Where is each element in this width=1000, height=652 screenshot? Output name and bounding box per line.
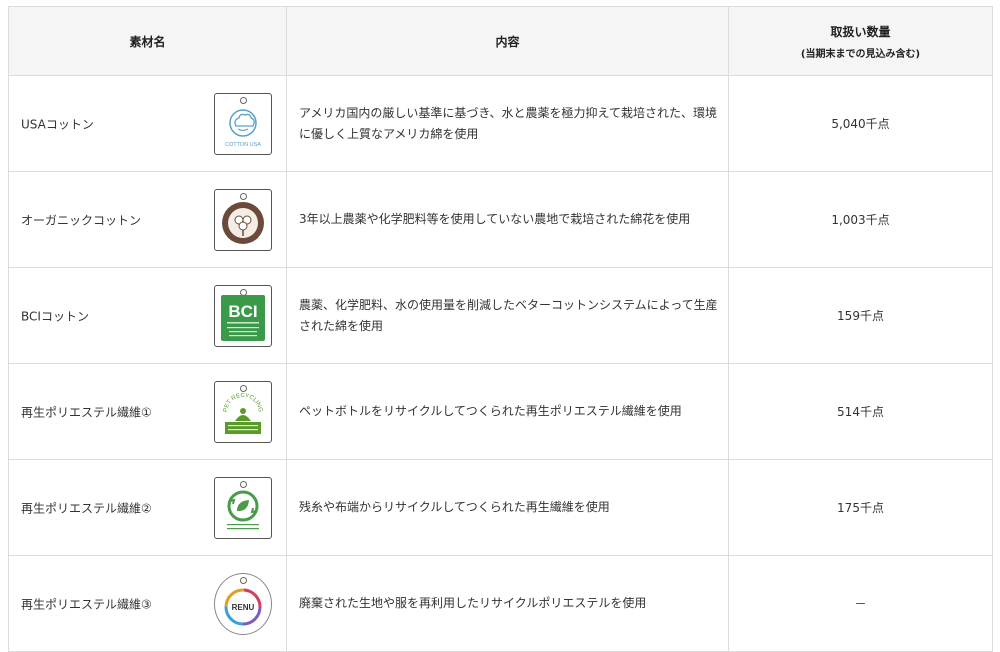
bci-tag-icon: BCI <box>214 284 272 347</box>
material-content: ペットボトルをリサイクルしてつくられた再生ポリエステル繊維を使用 <box>286 363 729 460</box>
header-content: 内容 <box>286 6 729 76</box>
material-name: オーガニックコットン <box>21 213 142 227</box>
cotton-usa-tag-icon: COTTON USA <box>214 92 272 155</box>
table-header-row: 素材名 内容 取扱い数量 (当期末までの見込み含む) <box>8 6 993 76</box>
header-quantity-note: (当期末までの見込み含む) <box>800 48 921 60</box>
material-content: 残糸や布端からリサイクルしてつくられた再生繊維を使用 <box>286 459 729 556</box>
table-row: 再生ポリエステル繊維① PET RECYCLING ペットボトルをリサイクルして… <box>8 363 993 460</box>
material-name: 再生ポリエステル繊維③ <box>21 597 152 611</box>
material-quantity: 175千点 <box>728 459 993 556</box>
material-name-cell: 再生ポリエステル繊維③ RENU <box>8 555 287 652</box>
header-material: 素材名 <box>8 6 287 76</box>
table-row: USAコットン COTTON USA アメリカ国内の厳しい基準に基づき、水と農薬… <box>8 75 993 172</box>
renu-tag-icon: RENU <box>214 572 272 635</box>
bci-logo-text: BCI <box>228 302 257 321</box>
renu-logo-text: RENU <box>232 603 255 612</box>
table-row: 再生ポリエステル繊維② 残糸や布端からリサイクルしてつくられた再生繊維を使用 1… <box>8 459 993 556</box>
material-quantity: － <box>728 555 993 652</box>
cotton-usa-logo-text: COTTON USA <box>225 142 261 148</box>
material-name-cell: オーガニックコットン <box>8 171 287 268</box>
material-name-cell: USAコットン COTTON USA <box>8 75 287 172</box>
pet-recycling-tag-icon: PET RECYCLING <box>214 380 272 443</box>
table-row: 再生ポリエステル繊維③ RENU 廃棄された生地や服を再利用したリサイクルポリエ… <box>8 555 993 652</box>
material-name-cell: BCIコットン BCI <box>8 267 287 364</box>
material-quantity: 5,040千点 <box>728 75 993 172</box>
material-name-cell: 再生ポリエステル繊維② <box>8 459 287 556</box>
material-name: 再生ポリエステル繊維② <box>21 501 152 515</box>
organic-cotton-tag-icon <box>214 188 272 251</box>
table-row: オーガニックコットン 3年以上農薬や化学肥料等を使用していない農地で栽培された綿… <box>8 171 993 268</box>
material-name: 再生ポリエステル繊維① <box>21 405 152 419</box>
recycle-leaf-tag-icon <box>214 476 272 539</box>
table-row: BCIコットン BCI 農薬、化学肥料、水の使用量を削減したベターコットンシステ… <box>8 267 993 364</box>
material-content: 農薬、化学肥料、水の使用量を削減したベターコットンシステムによって生産された綿を… <box>286 267 729 364</box>
material-quantity: 159千点 <box>728 267 993 364</box>
material-content: アメリカ国内の厳しい基準に基づき、水と農薬を極力抑えて栽培された、環境に優しく上… <box>286 75 729 172</box>
header-quantity-label: 取扱い数量 <box>830 24 891 39</box>
material-name: BCIコットン <box>21 309 89 323</box>
material-content: 3年以上農薬や化学肥料等を使用していない農地で栽培された綿花を使用 <box>286 171 729 268</box>
material-quantity: 1,003千点 <box>728 171 993 268</box>
materials-table: 素材名 内容 取扱い数量 (当期末までの見込み含む) USAコットン COTTO… <box>8 6 993 652</box>
material-name: USAコットン <box>21 117 94 131</box>
material-quantity: 514千点 <box>728 363 993 460</box>
material-content: 廃棄された生地や服を再利用したリサイクルポリエステルを使用 <box>286 555 729 652</box>
material-name-cell: 再生ポリエステル繊維① PET RECYCLING <box>8 363 287 460</box>
header-quantity: 取扱い数量 (当期末までの見込み含む) <box>728 6 993 76</box>
